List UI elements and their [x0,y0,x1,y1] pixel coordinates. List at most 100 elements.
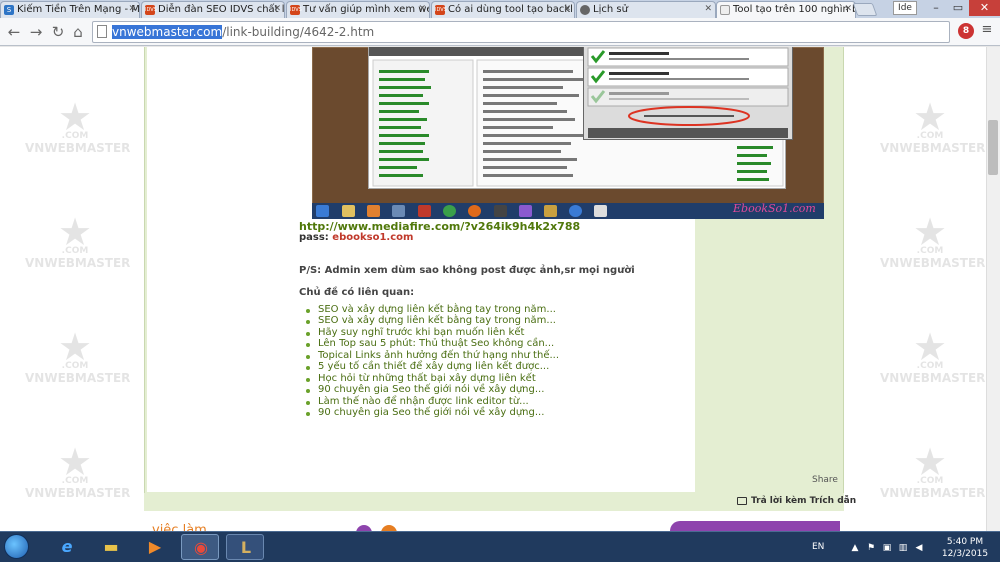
password-value: ebookso1.com [332,232,414,243]
tab-label: Tư vấn giúp mình xem web [303,4,430,15]
tab-dien-dan[interactable]: IDVS Diễn đàn SEO IDVS chất lượ ✕ [141,1,285,18]
display-icon[interactable]: ▣ [882,543,892,553]
clock-time: 5:40 PM [946,537,984,547]
home-button[interactable]: ⌂ [68,22,88,42]
app-icon [544,205,557,217]
tab-label: Kiếm Tiền Trên Mạng - M [17,4,140,15]
page-viewport: ★ .COM VNWEBMASTER ★ .COM VNWEBMASTER ★ .COM V… [0,47,986,531]
page-icon [97,25,107,38]
tool-panel-graphic [587,47,789,138]
bullet-icon [306,343,310,347]
taskbar-chrome[interactable]: ◉ [181,534,219,560]
related-link[interactable]: SEO và xây dựng liên kết bằng tay trong … [318,304,556,315]
app-icon [494,205,507,217]
media-player-icon: ▶ [148,537,162,556]
tab-co-ai-dung[interactable]: IDVS Có ai dùng tool tạo backl ✕ [431,1,575,18]
bullet-icon [306,378,310,382]
folder-icon [342,205,355,217]
tab-close-icon[interactable]: ✕ [563,2,571,17]
language-indicator[interactable]: EN [812,542,824,552]
tab-kiem-tien[interactable]: S Kiếm Tiền Trên Mạng - M ✕ [0,1,140,18]
extension-icon[interactable]: 8 [958,23,974,39]
related-link[interactable]: 90 chuyên gia Seo thế giới nói về xây dự… [318,407,544,418]
flag-icon[interactable]: ⚑ [866,543,876,553]
tab-close-icon[interactable]: ✕ [128,2,136,17]
password-line: pass: ebookso1.com [299,232,413,243]
volume-icon[interactable]: ◀ [914,543,924,553]
bullet-icon [306,366,310,370]
related-heading: Chủ đề có liên quan: [299,287,415,298]
watermark: ★ .COM VNWEBMASTER [880,97,986,175]
url-path: /link-building/4642-2.htm [222,25,375,39]
watermark-brand: VNWEBMASTER [880,256,986,270]
watermark-brand: VNWEBMASTER [25,371,131,385]
related-link[interactable]: Làm thế nào để nhận được link editor từ.… [318,396,529,407]
league-of-legends-icon: L [240,538,252,557]
footer-banner [670,521,840,531]
profile-button[interactable]: Ide [893,1,917,15]
bullet-icon [306,412,310,416]
tab-label: Có ai dùng tool tạo backl [448,4,573,15]
related-link[interactable]: Học hỏi từ những thất bại xây dựng liên … [318,373,536,384]
tab-close-icon[interactable]: ✕ [704,2,712,17]
tab-close-icon[interactable]: ✕ [273,2,281,17]
tab-close-icon[interactable]: ✕ [844,2,852,17]
new-tab-button[interactable] [852,3,878,16]
firefox-icon [468,205,481,217]
related-link[interactable]: 5 yếu tố cần thiết để xây dựng liên kết … [318,361,549,372]
related-link[interactable]: Topical Links ảnh hưởng đến thứ hạng như… [318,350,559,361]
scrollbar-thumb[interactable] [988,120,998,175]
watermark-brand: VNWEBMASTER [880,141,986,155]
folder-icon: ▬ [103,537,119,556]
forward-button[interactable]: → [26,22,46,42]
ps-note: P/S: Admin xem dùm sao không post được ả… [299,265,635,276]
reply-with-quote-button[interactable]: Trả lời kèm Trích dẫn [751,496,856,506]
watermark-brand: VNWEBMASTER [25,141,131,155]
watermark-com: .COM [916,246,944,256]
tab-strip: S Kiếm Tiền Trên Mạng - M ✕ IDVS Diễn đà… [0,0,1000,18]
tray-arrow-icon[interactable]: ▲ [850,543,860,553]
back-button[interactable]: ← [4,22,24,42]
watermark-com: .COM [916,361,944,371]
tab-tool-tao[interactable]: Tool tạo trên 100 nghìn b ✕ [716,1,856,18]
maximize-button[interactable]: ▭ [947,0,969,16]
related-link[interactable]: Hãy suy nghĩ trước khi bạn muốn liên kết [318,327,524,338]
browser-toolbar: ← → ↻ ⌂ vnwebmaster.com/link-building/46… [0,18,1000,46]
related-link[interactable]: Lên Top sau 5 phút: Thủ thuật Seo không … [318,338,554,349]
bullet-icon [306,401,310,405]
network-icon[interactable]: ▥ [898,543,908,553]
watermark: ★ .COM VNWEBMASTER [25,97,131,175]
close-button[interactable]: ✕ [969,0,1000,16]
quote-reply-icon [737,497,747,505]
ie-icon: e [61,537,73,556]
reload-button[interactable]: ↻ [48,22,68,42]
taskbar-media-player[interactable]: ▶ [136,534,174,560]
related-link[interactable]: SEO và xây dựng liên kết bằng tay trong … [318,315,556,326]
start-button[interactable] [4,534,29,559]
share-link[interactable]: Share [812,475,838,485]
history-icon [580,5,590,15]
watermark: ★ .COM VNWEBMASTER [25,327,131,405]
page-favicon-icon [720,5,730,15]
address-url[interactable]: vnwebmaster.com/link-building/4642-2.htm [112,25,374,39]
taskbar-ie[interactable]: e [48,534,86,560]
address-bar[interactable]: vnwebmaster.com/link-building/4642-2.htm [92,21,950,43]
tab-lich-su[interactable]: Lịch sử ✕ [576,1,716,18]
watermark-brand: VNWEBMASTER [880,371,986,385]
idvs-favicon-icon: IDVS [145,5,157,15]
taskbar-league-of-legends[interactable]: L [226,534,264,560]
tab-tu-van[interactable]: IDVS Tư vấn giúp mình xem web ✕ [286,1,430,18]
clock[interactable]: 5:40 PM 12/3/2015 [940,536,990,560]
taskbar-explorer[interactable]: ▬ [92,534,130,560]
watermark-brand: VNWEBMASTER [25,256,131,270]
start-orb-icon [316,205,329,217]
idvs-favicon-icon: IDVS [290,5,302,15]
related-link[interactable]: 90 chuyên gia Seo thế giới nói về xây dự… [318,384,544,395]
watermark-com: .COM [61,246,89,256]
tab-close-icon[interactable]: ✕ [418,2,426,17]
minimize-button[interactable]: – [925,0,947,16]
skype-favicon-icon: S [4,5,14,15]
menu-icon[interactable]: ≡ [980,23,994,37]
app-icon [392,205,405,217]
bullet-icon [306,389,310,393]
